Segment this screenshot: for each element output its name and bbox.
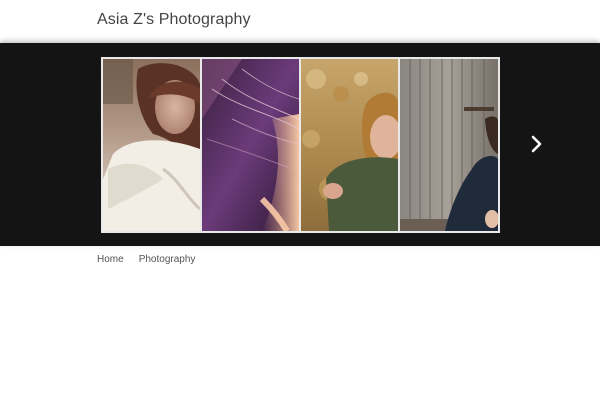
chevron-right-icon[interactable] — [526, 133, 548, 155]
site-title[interactable]: Asia Z's Photography — [97, 11, 251, 29]
nav-item-photography[interactable]: Photography — [139, 253, 196, 269]
photo-gallery-strip — [101, 57, 500, 233]
gallery-photo-3[interactable] — [301, 59, 398, 231]
gallery-photo-2[interactable] — [202, 59, 299, 231]
nav-item-home[interactable]: Home — [97, 253, 124, 269]
site-header: Asia Z's Photography — [0, 0, 600, 43]
gallery-photo-1[interactable] — [103, 59, 200, 231]
gallery-photo-4[interactable] — [400, 59, 498, 231]
main-nav: Home Photography — [97, 253, 195, 269]
photo-slider — [0, 43, 600, 246]
